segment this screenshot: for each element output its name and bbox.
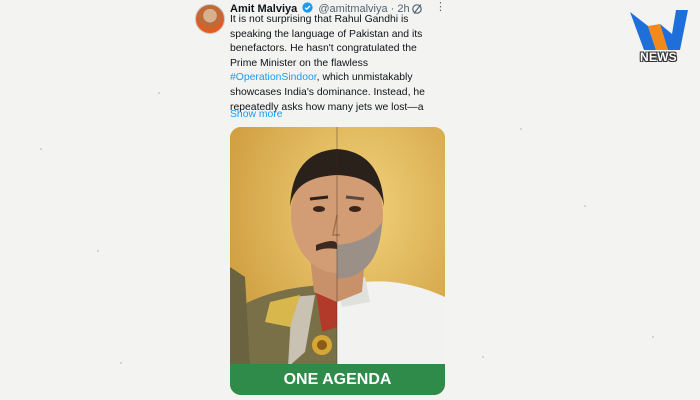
tweet-text-line-with-hashtag: #OperationSindoor, which unmistakably: [230, 72, 413, 84]
hashtag-link[interactable]: #OperationSindoor: [230, 72, 317, 83]
tweet-text-line: Prime Minister on the flawless: [230, 57, 369, 69]
verified-badge-icon: [302, 2, 313, 13]
tweet-media-image[interactable]: ONE AGENDA: [230, 127, 445, 395]
tweet-text-line: speaking the language of Pakistan and it…: [230, 28, 423, 40]
tweet-text-line: It is not surprising that Rahul Gandhi i…: [230, 14, 409, 25]
tweet-card: Amit Malviya @amitmalviya · 2h ⋮ It is n…: [190, 0, 460, 400]
more-options-icon[interactable]: ⋮: [435, 1, 446, 13]
news-channel-logo: NEWS: [628, 6, 690, 68]
show-more-link[interactable]: Show more: [230, 109, 283, 120]
tweet-text-line: showcases India's dominance. Instead, he: [230, 86, 425, 98]
tweet-text-fragment: which unmistakably: [322, 72, 413, 84]
w-logo-icon: [630, 10, 688, 50]
tweet-text: It is not surprising that Rahul Gandhi i…: [230, 13, 452, 115]
media-banner-text: ONE AGENDA: [230, 364, 445, 395]
logo-news-text: NEWS: [640, 50, 677, 64]
composite-portrait-image: [230, 127, 445, 395]
tweet-text-line: benefactors. He hasn't congratulated the: [230, 43, 417, 55]
author-avatar[interactable]: [195, 4, 225, 34]
